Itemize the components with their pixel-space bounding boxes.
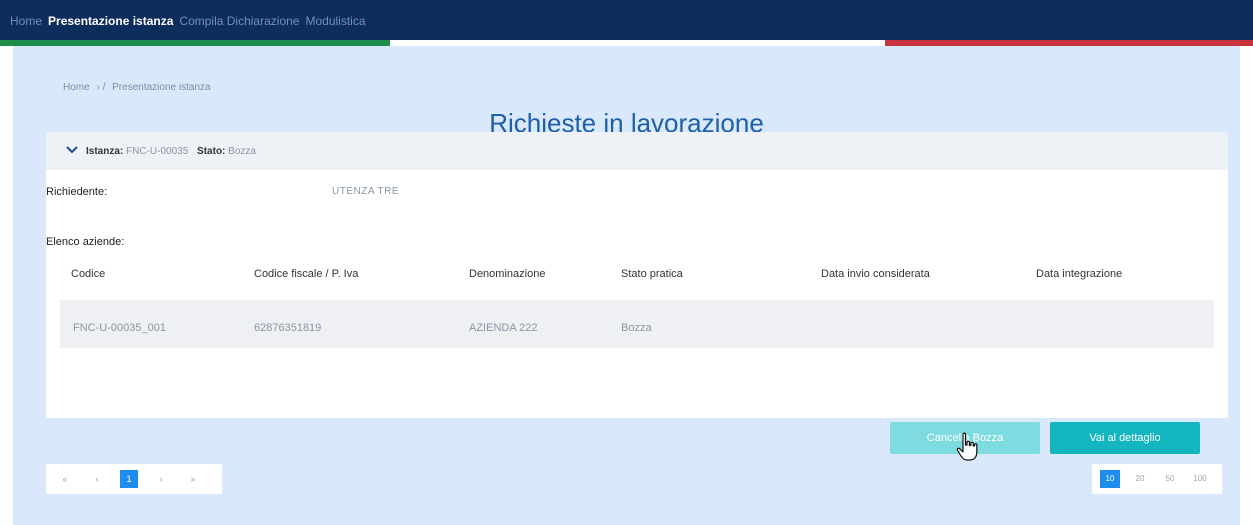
elenco-aziende-label: Elenco aziende: (46, 236, 125, 248)
col-codice-fiscale: Codice fiscale / P. Iva (254, 268, 359, 280)
pagination-first[interactable]: « (56, 470, 74, 488)
stato-label: Stato: (197, 146, 226, 157)
page-size-selector: 10 20 50 100 (1092, 464, 1222, 494)
col-stato-pratica: Stato pratica (621, 268, 683, 280)
istanza-summary: Istanza: FNC-U-00035 Stato: Bozza (86, 146, 262, 157)
hand-cursor-icon (956, 432, 978, 461)
breadcrumb: Home › / Presentazione istanza (63, 82, 215, 93)
cell-denominazione: AZIENDA 222 (469, 322, 538, 334)
pagination-prev[interactable]: ‹ (88, 470, 106, 488)
view-detail-button[interactable]: Vai al dettaglio (1050, 422, 1200, 454)
cell-stato-pratica: Bozza (621, 322, 652, 334)
stato-value: Bozza (228, 146, 256, 157)
richiedente-value: UTENZA TRE (332, 186, 400, 197)
table-header: Codice Codice fiscale / P. Iva Denominaz… (46, 258, 1228, 290)
pagination-page-1[interactable]: 1 (120, 470, 138, 488)
page-size-10[interactable]: 10 (1100, 470, 1120, 488)
nav-item-presentazione-istanza[interactable]: Presentazione istanza (48, 14, 173, 28)
breadcrumb-separator: › / (96, 82, 106, 93)
cell-codice-fiscale: 62876351819 (254, 322, 322, 334)
nav-item-home[interactable]: Home (10, 14, 42, 28)
pagination-next[interactable]: › (152, 470, 170, 488)
istanza-panel-header[interactable]: Istanza: FNC-U-00035 Stato: Bozza (46, 132, 1228, 170)
pagination-last[interactable]: » (184, 470, 202, 488)
nav-item-modulistica[interactable]: Modulistica (305, 14, 365, 28)
page-size-20[interactable]: 20 (1130, 470, 1150, 488)
chevron-down-icon[interactable] (64, 142, 80, 158)
col-codice: Codice (71, 268, 106, 280)
richiedente-label: Richiedente: (46, 186, 108, 198)
breadcrumb-current: Presentazione istanza (112, 82, 211, 93)
col-data-integrazione: Data integrazione (1036, 268, 1123, 280)
breadcrumb-home[interactable]: Home (63, 82, 90, 93)
istanza-value: FNC-U-00035 (126, 146, 189, 157)
col-denominazione: Denominazione (469, 268, 546, 280)
nav-item-compila-dichiarazione[interactable]: Compila Dichiarazione (179, 14, 299, 28)
table-row[interactable]: FNC-U-00035_001 62876351819 AZIENDA 222 … (60, 300, 1214, 348)
cell-codice: FNC-U-00035_001 (73, 322, 166, 334)
istanza-label: Istanza: (86, 146, 124, 157)
top-navbar: Home Presentazione istanza Compila Dichi… (0, 0, 1253, 40)
page-size-50[interactable]: 50 (1160, 470, 1180, 488)
pagination: « ‹ 1 › » (46, 464, 222, 494)
istanza-panel-body: Richiedente: UTENZA TRE Elenco aziende: … (46, 170, 1228, 418)
page-size-100[interactable]: 100 (1190, 470, 1210, 488)
col-data-invio: Data invio considerata (821, 268, 930, 280)
nav-menu: Home Presentazione istanza Compila Dichi… (10, 14, 366, 28)
